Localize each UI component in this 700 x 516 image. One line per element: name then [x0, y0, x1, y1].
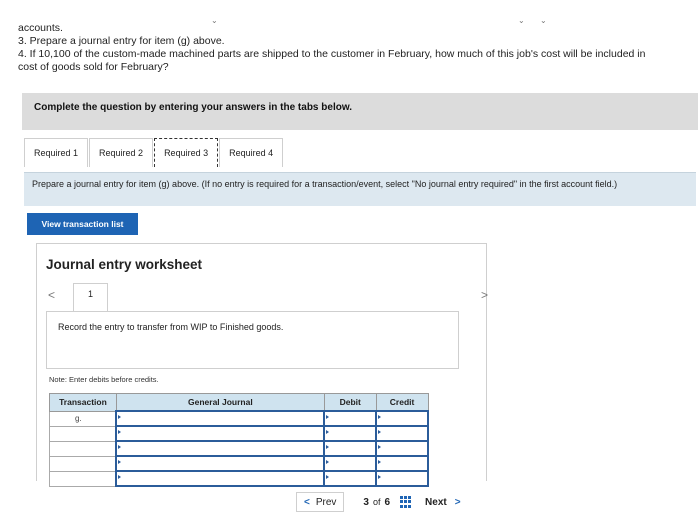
- question-grid-icon[interactable]: [400, 496, 413, 508]
- transaction-cell: [49, 440, 117, 457]
- general-journal-input[interactable]: [115, 440, 326, 457]
- table-row: [49, 440, 429, 457]
- debit-input[interactable]: [323, 440, 378, 457]
- loading-indicator-icon: ⌄: [540, 16, 547, 25]
- prev-button[interactable]: < Prev: [296, 492, 345, 512]
- question-line: accounts.: [18, 22, 63, 34]
- debit-input[interactable]: [323, 470, 378, 487]
- credit-input[interactable]: [375, 455, 429, 472]
- question-text: accounts. 3. Prepare a journal entry for…: [18, 22, 690, 74]
- tab-required-4[interactable]: Required 4: [219, 138, 284, 167]
- column-header-debit: Debit: [323, 393, 377, 412]
- column-header-general-journal: General Journal: [115, 393, 325, 412]
- debit-input[interactable]: [323, 455, 378, 472]
- column-header-credit: Credit: [375, 393, 429, 412]
- next-button[interactable]: Next >: [425, 497, 461, 508]
- debit-input[interactable]: [323, 425, 378, 442]
- page-of: of: [372, 497, 381, 507]
- transaction-cell: [49, 470, 117, 487]
- question-line: 3. Prepare a journal entry for item (g) …: [18, 35, 225, 47]
- worksheet-title: Journal entry worksheet: [46, 257, 203, 272]
- next-label: Next: [425, 496, 447, 508]
- general-journal-input[interactable]: [115, 470, 326, 487]
- table-row: [49, 455, 429, 472]
- general-journal-input[interactable]: [115, 455, 326, 472]
- question-line: 4. If 10,100 of the custom-made machined…: [18, 48, 646, 60]
- question-pager: < Prev 3 of 6 Next >: [296, 492, 461, 512]
- page-counter: 3 of 6: [363, 497, 390, 508]
- column-header-transaction: Transaction: [49, 393, 117, 412]
- total-pages: 6: [384, 496, 391, 508]
- credit-input[interactable]: [375, 425, 429, 442]
- loading-indicator-icon: ⌄: [211, 16, 218, 25]
- table-row: g.: [49, 410, 429, 427]
- transaction-cell: g.: [49, 410, 117, 427]
- credit-input[interactable]: [375, 410, 429, 427]
- current-page: 3: [363, 496, 369, 508]
- chevron-left-icon[interactable]: <: [48, 288, 55, 302]
- transaction-cell: [49, 425, 117, 442]
- loading-indicator-icon: ⌄: [518, 16, 525, 25]
- view-transaction-list-button[interactable]: View transaction list: [27, 213, 138, 235]
- general-journal-input[interactable]: [115, 425, 326, 442]
- debit-input[interactable]: [323, 410, 378, 427]
- chevron-right-icon[interactable]: >: [481, 288, 488, 302]
- chevron-left-icon: <: [304, 496, 310, 508]
- prev-label: Prev: [315, 496, 337, 508]
- worksheet-note: Note: Enter debits before credits.: [49, 375, 159, 384]
- general-journal-input[interactable]: [115, 410, 326, 427]
- required-tabs: Required 1 Required 2 Required 3 Require…: [24, 138, 284, 167]
- journal-entry-worksheet: Journal entry worksheet < 1 > Record the…: [36, 243, 488, 487]
- question-line: cost of goods sold for February?: [18, 61, 169, 73]
- credit-input[interactable]: [375, 470, 429, 487]
- worksheet-page-tab-1[interactable]: 1: [73, 283, 108, 311]
- tab-required-2[interactable]: Required 2: [89, 138, 154, 167]
- instructions-banner: Complete the question by entering your a…: [22, 93, 698, 130]
- journal-table: Transaction General Journal Debit Credit…: [49, 393, 429, 487]
- credit-input[interactable]: [375, 440, 429, 457]
- transaction-cell: [49, 455, 117, 472]
- tab-required-1[interactable]: Required 1: [24, 138, 89, 167]
- entry-description: Record the entry to transfer from WIP to…: [46, 311, 459, 369]
- table-row: [49, 425, 429, 442]
- tab-required-3[interactable]: Required 3: [154, 138, 219, 167]
- table-row: [49, 470, 429, 487]
- tab-prompt: Prepare a journal entry for item (g) abo…: [24, 172, 696, 206]
- chevron-right-icon: >: [454, 496, 461, 508]
